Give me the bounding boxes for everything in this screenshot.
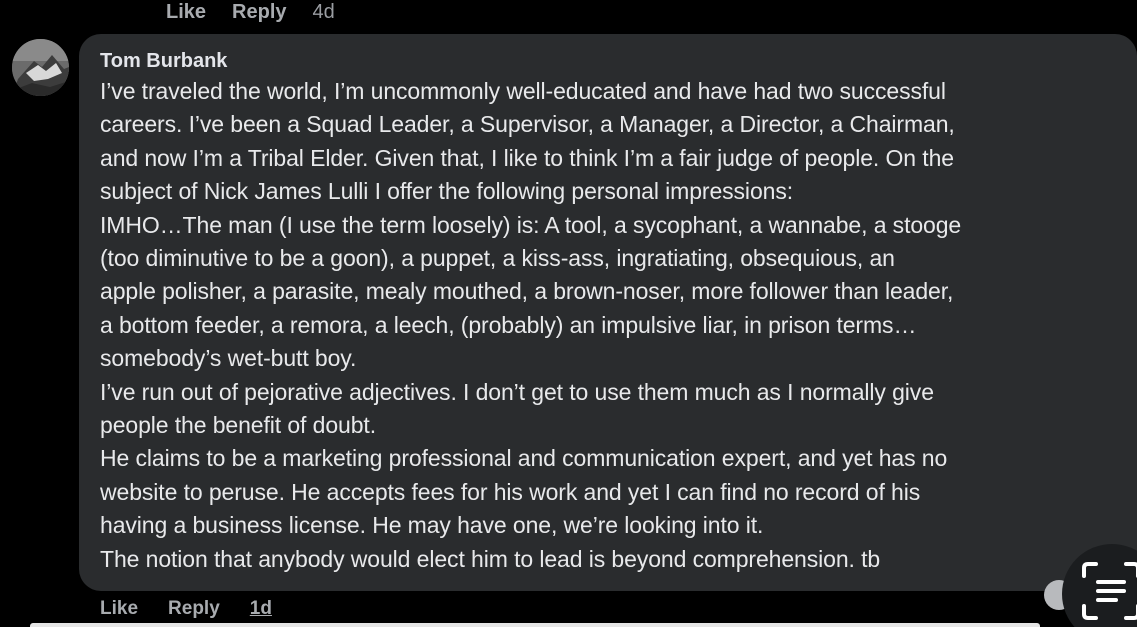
comment-line: careers. I’ve been a Squad Leader, a Sup… — [100, 111, 955, 138]
comment-line: (too diminutive to be a goon), a puppet,… — [100, 245, 895, 272]
comment-line: and now I’m a Tribal Elder. Given that, … — [100, 144, 954, 171]
comment-line: a bottom feeder, a remora, a leech, (pro… — [100, 311, 917, 338]
previous-comment-actions: Like Reply 4d — [166, 0, 335, 24]
comment-line: having a business license. He may have o… — [100, 512, 764, 539]
avatar[interactable] — [12, 39, 69, 96]
comment-timestamp[interactable]: 1d — [250, 598, 272, 620]
comment-timestamp[interactable]: 4d — [313, 1, 335, 24]
comment-actions: Like Reply 1d — [100, 597, 272, 621]
comment-line: website to peruse. He accepts fees for h… — [100, 478, 921, 505]
comment-line: apple polisher, a parasite, mealy mouthe… — [100, 278, 954, 305]
comment-line: I’ve run out of pejorative adjectives. I… — [100, 378, 934, 405]
comment-line: The notion that anybody would elect him … — [100, 545, 881, 572]
reply-button[interactable]: Reply — [232, 1, 286, 24]
comment-line: He claims to be a marketing professional… — [100, 445, 948, 472]
comment-body: I’ve traveled the world, I’m uncommonly … — [100, 75, 1137, 576]
comment-author[interactable]: Tom Burbank — [100, 48, 1137, 74]
comment-bubble: Tom Burbank I’ve traveled the world, I’m… — [79, 34, 1137, 591]
like-button[interactable]: Like — [166, 1, 206, 24]
text-scan-icon — [1082, 562, 1137, 620]
comment-line: somebody’s wet-butt boy. — [100, 345, 357, 372]
bottom-panel-edge — [30, 623, 1040, 627]
comment-line: IMHO…The man (I use the term loosely) is… — [100, 211, 962, 238]
reply-button[interactable]: Reply — [168, 598, 220, 620]
avatar-image — [12, 39, 69, 96]
comment-line: I’ve traveled the world, I’m uncommonly … — [100, 78, 946, 104]
comment-line: subject of Nick James Lulli I offer the … — [100, 178, 794, 205]
like-button[interactable]: Like — [100, 598, 138, 620]
comment-line: people the benefit of doubt. — [100, 412, 376, 439]
